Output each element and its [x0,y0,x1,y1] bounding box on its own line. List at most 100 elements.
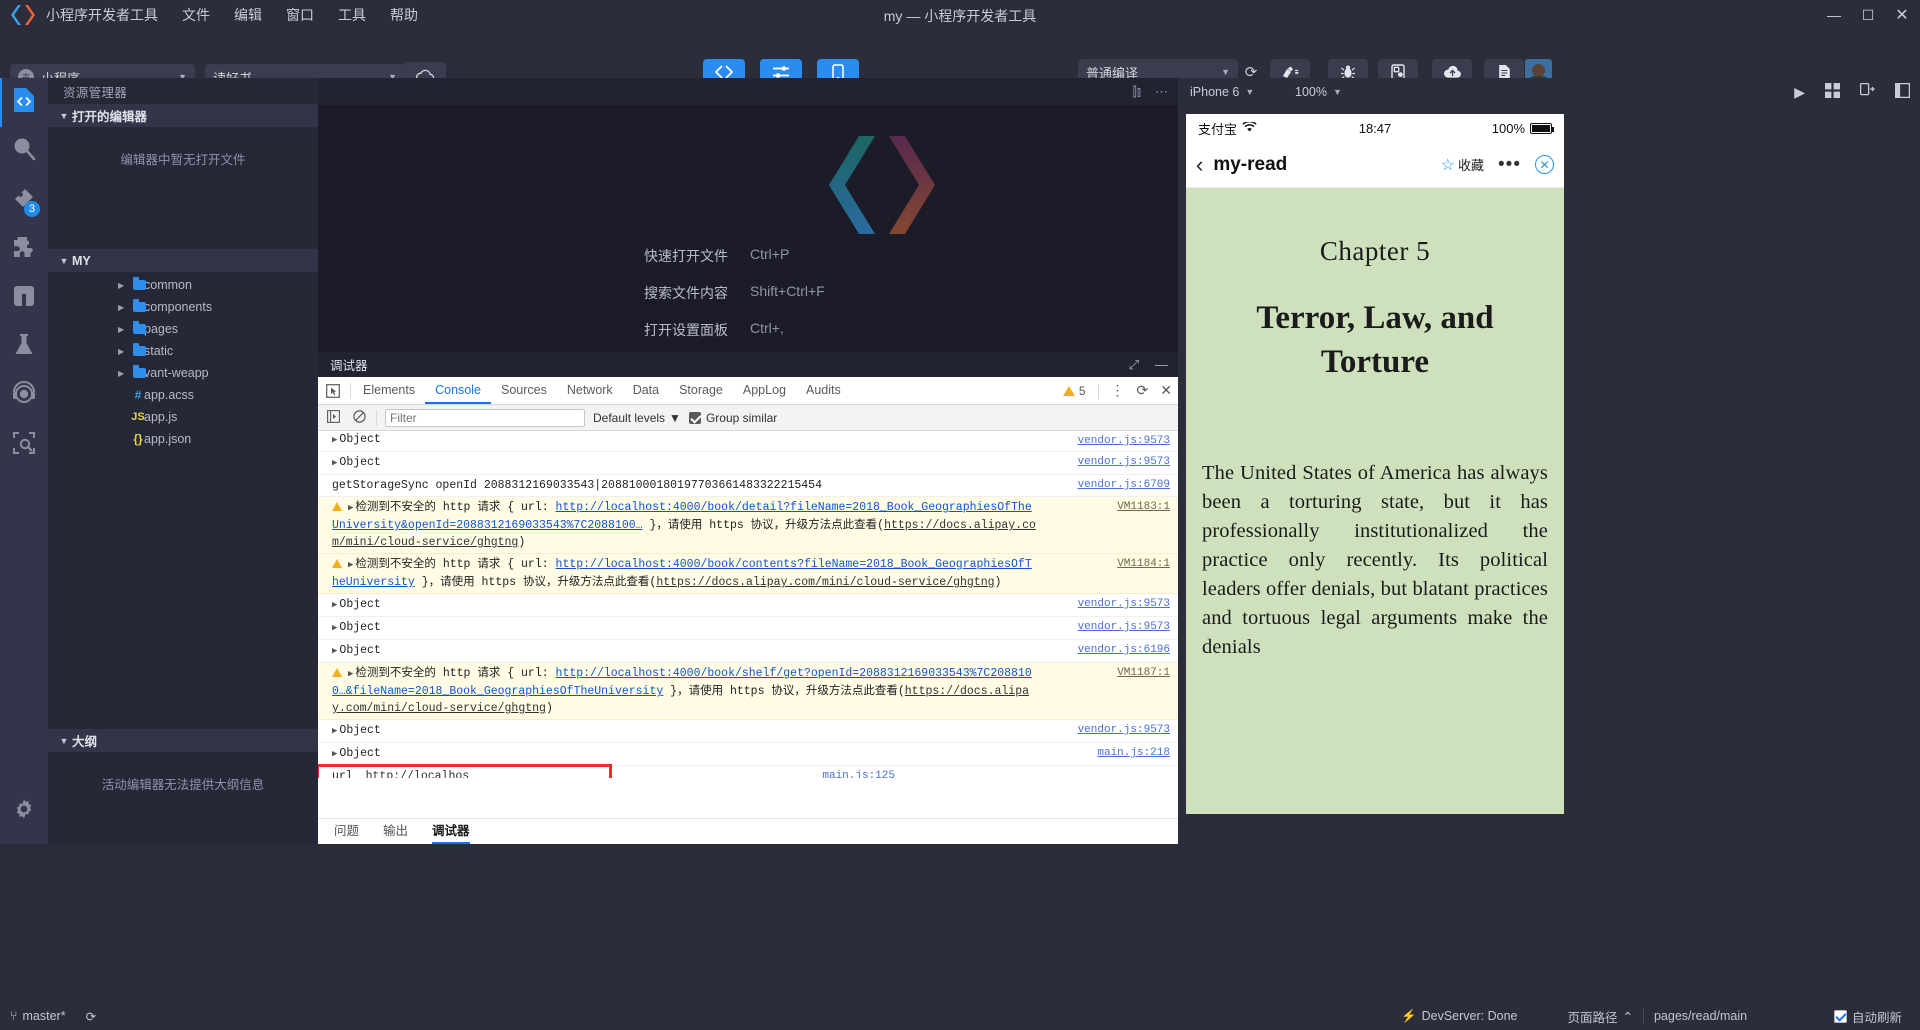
menu-item-help[interactable]: 帮助 [378,2,430,28]
close-icon[interactable]: ✕ [1160,382,1172,399]
expand-triangle-icon[interactable]: ▶ [332,643,337,660]
console-source-link[interactable]: vendor.js:9573 [1078,433,1170,450]
expand-icon[interactable]: ⤢ [1129,357,1139,373]
expand-triangle-icon[interactable]: ▶ [348,557,353,574]
expand-triangle-icon[interactable]: ▶ [332,620,337,637]
sync-button[interactable]: ⟳ [76,1009,106,1024]
devtools-tab-applog[interactable]: AppLog [733,377,796,404]
tree-item-app-acss[interactable]: # app.acss [48,384,318,406]
devserver-status[interactable]: ⚡ DevServer: Done [1391,1009,1527,1024]
circle-close-icon[interactable]: ✕ [1535,155,1554,174]
split-editor-icon[interactable]: ⫿⫾ [1133,84,1141,100]
console-source-link[interactable]: vendor.js:6196 [1078,642,1170,659]
console-source-link[interactable]: main.js:125 [822,768,895,778]
console-source-link[interactable]: VM1184:1 [1117,556,1170,573]
console-source-link[interactable]: vendor.js:9573 [1078,596,1170,613]
activity-item-support[interactable] [0,372,48,421]
console-line[interactable]: ▶ Object vendor.js:9573 [318,431,1178,452]
devtools-tab-elements[interactable]: Elements [353,377,425,404]
panel-tab-problems[interactable]: 问题 [334,819,359,844]
console-url-line-highlighted[interactable]: url http://localhost:8088/#/ebook main.j… [318,764,895,778]
console-line[interactable]: getStorageSync openId 2088312169033543|2… [318,475,1178,497]
expand-triangle-icon[interactable]: ▶ [332,723,337,740]
expand-triangle-icon[interactable]: ▶ [348,500,353,517]
play-icon[interactable]: ▶ [1794,84,1805,101]
console-output[interactable]: ▶ Object vendor.js:9573 ▶ Object vendor.js… [318,431,1178,778]
console-source-link[interactable]: vendor.js:9573 [1078,619,1170,636]
console-line[interactable]: ▶ Object vendor.js:9573 [318,720,1178,743]
console-warning-line[interactable]: ▶ 检测到不安全的 http 请求 { url: http://localhost… [318,497,1178,554]
clear-console-icon[interactable] [350,409,368,426]
inspect-element-icon[interactable] [318,383,348,398]
section-project[interactable]: ▼ MY [48,249,318,272]
activity-item-debug[interactable] [0,274,48,323]
log-level-select[interactable]: Default levels ▼ [593,411,681,425]
expand-triangle-icon[interactable]: ▶ [332,455,337,472]
console-source-link[interactable]: vendor.js:9573 [1078,722,1170,739]
console-source-link[interactable]: VM1187:1 [1117,665,1170,682]
activity-item-source-control[interactable]: 3 [0,176,48,225]
menu-item-window[interactable]: 窗口 [274,2,326,28]
expand-triangle-icon[interactable]: ▶ [332,432,337,449]
menu-item-edit[interactable]: 编辑 [222,2,274,28]
maximize-icon[interactable]: ☐ [1858,7,1878,24]
group-similar-toggle[interactable]: Group similar [688,411,777,425]
page-path-toggle[interactable]: 页面路径 ⌃ [1557,1007,1643,1026]
more-icon[interactable]: ⋯ [1155,84,1168,100]
activity-item-settings[interactable] [0,787,48,836]
console-line[interactable]: ▶ Object vendor.js:9573 [318,452,1178,475]
console-line[interactable]: ▶ Object main.js:218 [318,743,1178,766]
fullscreen-icon[interactable] [1894,82,1911,101]
menu-item-file[interactable]: 文件 [170,2,222,28]
grid-icon[interactable] [1825,83,1840,101]
expand-triangle-icon[interactable]: ▶ [348,666,353,683]
activity-item-search[interactable] [0,127,48,176]
section-open-editors[interactable]: ▼ 打开的编辑器 [48,104,318,127]
close-icon[interactable]: ✕ [1892,5,1912,25]
activity-item-inspect[interactable] [0,421,48,470]
auto-refresh-toggle[interactable]: 自动刷新 [1824,1007,1920,1026]
tree-item-common[interactable]: ▶ common [48,274,318,296]
console-line[interactable]: ▶ Object vendor.js:6196 [318,640,1178,663]
ebook-reader-content[interactable]: Chapter 5 Terror, Law, and Torture The U… [1186,188,1564,814]
panel-tab-debugger[interactable]: 调试器 [432,819,470,844]
expand-triangle-icon[interactable]: ▶ [332,597,337,614]
favorite-button[interactable]: ☆ 收藏 [1441,155,1484,175]
section-outline[interactable]: ▼ 大纲 [48,729,318,752]
devtools-tab-data[interactable]: Data [623,377,669,404]
panel-tab-output[interactable]: 输出 [383,819,408,844]
warning-doc-link[interactable]: https://docs.alipay.com/mini/cloud-servi… [656,576,994,589]
git-branch-status[interactable]: ⑂ master* [0,1009,76,1023]
console-warning-line[interactable]: ▶ 检测到不安全的 http 请求 { url: http://localhost… [318,554,1178,594]
more-vertical-icon[interactable]: ⋮ [1111,382,1125,399]
tree-item-vant-weapp[interactable]: ▶ vant-weapp [48,362,318,384]
console-source-link[interactable]: vendor.js:6709 [1078,477,1170,494]
console-filter-input[interactable] [385,408,585,427]
tree-item-app-json[interactable]: {} app.json [48,428,318,450]
menu-item-tools[interactable]: 工具 [326,2,378,28]
device-select[interactable]: iPhone 6 ▼ [1190,85,1295,99]
reload-icon[interactable]: ⟳ [1137,382,1149,399]
console-warning-line[interactable]: ▶ 检测到不安全的 http 请求 { url: http://localhost… [318,663,1178,720]
console-source-link[interactable]: main.js:218 [1097,745,1170,762]
devtools-tab-network[interactable]: Network [557,377,623,404]
activity-item-extensions[interactable] [0,225,48,274]
devtools-tab-sources[interactable]: Sources [491,377,557,404]
ellipsis-icon[interactable]: ••• [1498,155,1521,174]
console-source-link[interactable]: vendor.js:9573 [1078,454,1170,471]
console-line[interactable]: ▶ Object vendor.js:9573 [318,594,1178,617]
devtools-tab-storage[interactable]: Storage [669,377,733,404]
tree-item-app-js[interactable]: JS app.js [48,406,318,428]
tree-item-pages[interactable]: ▶ pages [48,318,318,340]
expand-triangle-icon[interactable]: ▶ [332,746,337,763]
tree-item-components[interactable]: ▶ components [48,296,318,318]
chevron-left-icon[interactable]: ‹ [1196,153,1203,176]
devtools-tab-console[interactable]: Console [425,377,491,404]
console-url-link[interactable]: http://localhost:8088/#/ebook [332,770,470,778]
console-line[interactable]: ▶ Object vendor.js:9573 [318,617,1178,640]
menu-app-name[interactable]: 小程序开发者工具 [44,2,170,28]
menu-bar[interactable]: 小程序开发者工具 文件 编辑 窗口 工具 帮助 [44,2,430,28]
console-source-link[interactable]: VM1183:1 [1117,499,1170,516]
minimize-icon[interactable]: — [1824,7,1844,23]
devtools-tab-audits[interactable]: Audits [796,377,851,404]
